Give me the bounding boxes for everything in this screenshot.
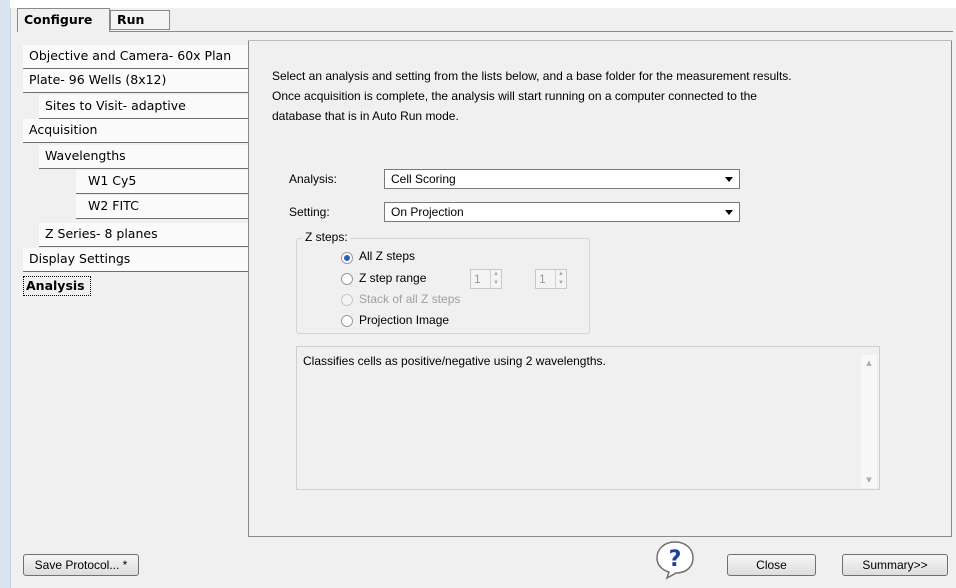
nav-item-wavelengths[interactable]: Wavelengths (39, 145, 248, 169)
radio-projection-image[interactable] (341, 315, 353, 327)
close-button[interactable]: Close (727, 554, 816, 576)
radio-stack-all-z[interactable] (341, 294, 353, 306)
nav-item-plate[interactable]: Plate- 96 Wells (8x12) (23, 69, 248, 93)
nav-item-analysis[interactable]: Analysis (23, 276, 91, 296)
window-edge (0, 0, 11, 588)
help-icon[interactable]: ? (655, 540, 695, 580)
zsteps-group-title: Z steps: (303, 230, 350, 244)
intro-text: Select an analysis and setting from the … (272, 66, 912, 126)
help-bubble-icon: ? (656, 541, 694, 580)
nav-item-w2-fitc[interactable]: W2 FITC (76, 195, 248, 219)
nav-item-objective-camera[interactable]: Objective and Camera- 60x Plan (23, 45, 248, 69)
z-range-from-stepper[interactable]: 1 ▲ ▼ (470, 269, 502, 289)
nav-item-w1-cy5[interactable]: W1 Cy5 (76, 170, 248, 194)
scroll-up-icon[interactable]: ▲ (861, 355, 877, 371)
radio-all-z-steps-label: All Z steps (359, 249, 416, 263)
description-text: Classifies cells as positive/negative us… (303, 354, 606, 368)
z-range-to-stepper[interactable]: 1 ▲ ▼ (535, 269, 567, 289)
chevron-down-icon (725, 177, 733, 182)
panel-top-border (248, 40, 952, 41)
analysis-label: Analysis: (289, 172, 338, 186)
nav-item-sites-to-visit[interactable]: Sites to Visit- adaptive (39, 95, 248, 119)
save-protocol-button[interactable]: Save Protocol... * (23, 554, 139, 576)
stepper-down-icon[interactable]: ▼ (491, 279, 501, 288)
stepper-down-icon[interactable]: ▼ (556, 279, 566, 288)
tab-configure[interactable]: Configure (17, 8, 110, 32)
radio-projection-image-label: Projection Image (359, 313, 450, 327)
tab-divider (17, 31, 953, 32)
scroll-down-icon[interactable]: ▼ (861, 472, 877, 488)
nav-item-z-series[interactable]: Z Series- 8 planes (39, 223, 248, 247)
analysis-dropdown[interactable]: Cell Scoring (384, 169, 740, 189)
stepper-up-icon[interactable]: ▲ (491, 270, 501, 279)
stepper-up-icon[interactable]: ▲ (556, 270, 566, 279)
top-strip (10, 0, 956, 8)
nav-item-acquisition[interactable]: Acquisition (23, 119, 248, 143)
radio-all-z-steps[interactable] (341, 252, 353, 264)
intro-line-1: Select an analysis and setting from the … (272, 69, 792, 83)
radio-stack-all-z-label: Stack of all Z steps (359, 292, 461, 306)
analysis-dropdown-value: Cell Scoring (391, 172, 456, 186)
radio-z-step-range[interactable] (341, 273, 353, 285)
setting-dropdown-value: On Projection (391, 205, 464, 219)
description-scrollbar[interactable]: ▲ ▼ (861, 355, 877, 488)
chevron-down-icon (725, 210, 733, 215)
z-range-from-value: 1 (474, 272, 481, 286)
z-range-to-value: 1 (539, 272, 546, 286)
stepper-buttons: ▲ ▼ (490, 270, 501, 288)
tab-run[interactable]: Run (110, 10, 170, 30)
nav-item-display-settings[interactable]: Display Settings (23, 248, 248, 272)
intro-line-3: database that is in Auto Run mode. (272, 109, 459, 123)
setting-dropdown[interactable]: On Projection (384, 202, 740, 222)
intro-line-2: Once acquisition is complete, the analys… (272, 89, 757, 103)
stepper-buttons: ▲ ▼ (555, 270, 566, 288)
radio-z-step-range-label: Z step range (359, 271, 427, 285)
svg-text:?: ? (669, 547, 682, 572)
setting-label: Setting: (289, 205, 330, 219)
summary-button[interactable]: Summary>> (842, 554, 948, 576)
